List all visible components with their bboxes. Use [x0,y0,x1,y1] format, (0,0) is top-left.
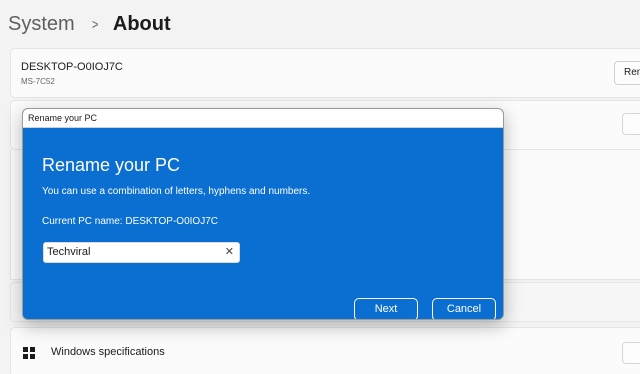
copy-button-windows[interactable] [622,342,640,364]
windows-specifications-card[interactable]: Windows specifications [10,327,640,374]
windows-logo-icon [23,347,35,359]
current-pc-name: Current PC name: DESKTOP-O0IOJ7C [42,216,218,227]
dialog-body: Rename your PC You can use a combination… [23,128,503,319]
new-pc-name-value: Techviral [47,246,91,258]
device-model: MS-7C52 [21,77,55,86]
copy-button[interactable] [622,113,640,135]
dialog-heading: Rename your PC [42,155,181,175]
device-name: DESKTOP-O0IOJ7C [21,61,123,73]
cancel-button[interactable]: Cancel [432,298,496,319]
device-name-card: DESKTOP-O0IOJ7C MS-7C52 Ren [10,48,640,98]
page-title: About [112,12,171,35]
rename-pc-dialog: Rename your PC Rename your PC You can us… [22,108,504,320]
breadcrumb: System > About [8,8,171,40]
chevron-right-icon: > [91,16,99,32]
rename-pc-button[interactable]: Ren [614,61,640,85]
new-pc-name-input[interactable]: Techviral ✕ [43,242,240,263]
dialog-titlebar: Rename your PC [23,109,503,128]
windows-specifications-label: Windows specifications [51,346,165,358]
next-button[interactable]: Next [354,298,418,319]
breadcrumb-system-link[interactable]: System [8,13,75,36]
close-icon[interactable]: ✕ [225,243,234,262]
dialog-description: You can use a combination of letters, hy… [42,186,311,197]
